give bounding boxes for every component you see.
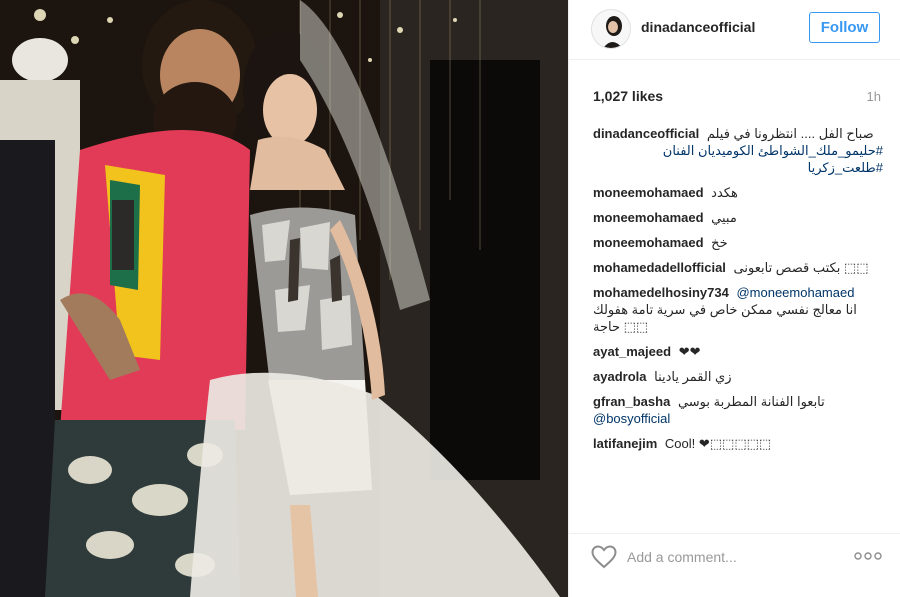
comment-item: mohamedadellofficial بكتب قصص تابعونى ⬚⬚ — [593, 259, 883, 276]
post-photo[interactable] — [0, 0, 568, 597]
post-header: dinadanceofficial Follow — [569, 0, 900, 60]
comment-text: تابعوا الفنانة المطربة بوسي — [677, 394, 825, 409]
comments-list: dinadanceofficial صباح الفل .... انتظرون… — [593, 125, 883, 460]
follow-button[interactable]: Follow — [809, 12, 880, 43]
add-comment-input[interactable] — [627, 546, 837, 568]
comment-item: moneemohamaed هكدد — [593, 184, 883, 201]
comment-text: Cool! ❤⬚⬚⬚⬚⬚ — [664, 436, 772, 451]
comment-text: هكدد — [711, 185, 738, 200]
comment-text: زي القمر يادينا — [654, 369, 732, 384]
more-options-icon[interactable] — [854, 551, 882, 561]
comment-item: moneemohamaed مبيي — [593, 209, 883, 226]
comment-text: انا معالج نفسي ممكن خاص في سرية تامة هفو… — [593, 302, 857, 334]
comment-item: ayadrola زي القمر يادينا — [593, 368, 883, 385]
comment-username[interactable]: ayat_majeed — [593, 344, 671, 359]
heart-icon[interactable] — [591, 545, 617, 569]
comment-username[interactable]: moneemohamaed — [593, 185, 704, 200]
comment-text: بكتب قصص تابعونى ⬚⬚ — [733, 260, 869, 275]
avatar-icon — [592, 10, 630, 48]
comment-username[interactable]: mohamedelhosiny734 — [593, 285, 729, 300]
comment-mention[interactable]: @moneemohamaed — [736, 285, 854, 300]
post-sidebar: dinadanceofficial Follow 1,027 likes 1h … — [568, 0, 900, 597]
photo-illustration — [0, 0, 568, 597]
comment-hashtags[interactable]: #حليمو_ملك_الشواطئ الكوميديان الفنان #طل… — [593, 142, 883, 176]
likes-row: 1,027 likes 1h — [593, 88, 881, 106]
comment-item: gfran_basha تابعوا الفنانة المطربة بوسي … — [593, 393, 883, 427]
comment-caption: dinadanceofficial صباح الفل .... انتظرون… — [593, 125, 883, 176]
post-time[interactable]: 1h — [867, 89, 881, 104]
profile-avatar[interactable] — [591, 9, 631, 49]
comment-item: moneemohamaed خخ — [593, 234, 883, 251]
comment-item: latifanejim Cool! ❤⬚⬚⬚⬚⬚ — [593, 435, 883, 452]
comment-mention[interactable]: @bosyofficial — [593, 410, 883, 427]
comment-username[interactable]: moneemohamaed — [593, 210, 704, 225]
comment-username[interactable]: latifanejim — [593, 436, 657, 451]
comment-text: صباح الفل .... انتظرونا في فيلم — [706, 126, 874, 141]
comment-username[interactable]: gfran_basha — [593, 394, 670, 409]
likes-count[interactable]: 1,027 likes — [593, 88, 663, 104]
comment-text: ❤❤ — [678, 344, 701, 359]
comment-username[interactable]: dinadanceofficial — [593, 126, 699, 141]
comment-username[interactable]: ayadrola — [593, 369, 646, 384]
comment-footer — [569, 533, 900, 579]
post-username[interactable]: dinadanceofficial — [641, 19, 755, 35]
comment-username[interactable]: moneemohamaed — [593, 235, 704, 250]
comment-item: mohamedelhosiny734 @moneemohamaed انا مع… — [593, 284, 883, 335]
comment-text: خخ — [711, 235, 728, 250]
comment-text: مبيي — [711, 210, 737, 225]
comment-username[interactable]: mohamedadellofficial — [593, 260, 726, 275]
comment-item: ayat_majeed ❤❤ — [593, 343, 883, 360]
